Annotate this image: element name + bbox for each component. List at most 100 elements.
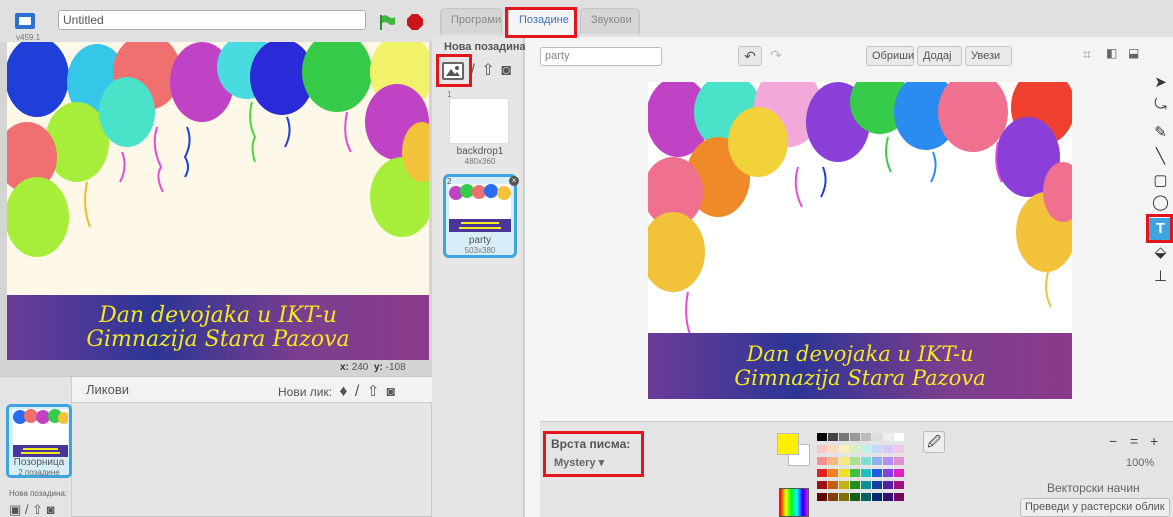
palette-swatch[interactable]: [839, 481, 849, 489]
palette-swatch[interactable]: [883, 481, 893, 489]
palette-swatch[interactable]: [839, 445, 849, 453]
palette-swatch[interactable]: [817, 433, 827, 441]
flip-horizontal-icon[interactable]: ◧: [1106, 46, 1126, 66]
paint-canvas[interactable]: Dan devojaka u IKT-u Gimnazija Stara Paz…: [648, 82, 1072, 399]
rectangle-tool-icon[interactable]: ▢: [1148, 170, 1173, 192]
palette-swatch[interactable]: [861, 493, 871, 501]
paint-backdrop-mini-icon[interactable]: /: [25, 502, 29, 517]
zoom-in-icon[interactable]: +: [1150, 433, 1158, 449]
palette-swatch[interactable]: [872, 457, 882, 465]
tab-scripts[interactable]: Програми: [440, 8, 502, 34]
upload-sprite-icon[interactable]: ⇧: [367, 383, 380, 400]
palette-swatch[interactable]: [883, 445, 893, 453]
clear-button[interactable]: Обриши: [866, 46, 914, 66]
palette-swatch[interactable]: [861, 481, 871, 489]
palette-swatch[interactable]: [894, 493, 904, 501]
palette-swatch[interactable]: [872, 493, 882, 501]
pencil-tool-icon[interactable]: ✎: [1148, 122, 1173, 144]
palette-swatch[interactable]: [872, 445, 882, 453]
ellipse-tool-icon[interactable]: ◯: [1148, 192, 1173, 214]
palette-swatch[interactable]: [817, 457, 827, 465]
tab-sounds[interactable]: Звукови: [580, 8, 640, 34]
palette-swatch[interactable]: [850, 469, 860, 477]
palette-swatch[interactable]: [817, 445, 827, 453]
palette-swatch[interactable]: [894, 469, 904, 477]
palette-swatch[interactable]: [861, 457, 871, 465]
palette-swatch[interactable]: [883, 457, 893, 465]
palette-swatch[interactable]: [872, 481, 882, 489]
palette-swatch[interactable]: [828, 469, 838, 477]
eyedropper-icon[interactable]: 🖉: [923, 431, 945, 453]
stage-banner-line2: Gimnazija Stara Pazova: [86, 326, 350, 352]
palette-swatch[interactable]: [850, 457, 860, 465]
palette-swatch[interactable]: [850, 433, 860, 441]
palette-swatch[interactable]: [894, 445, 904, 453]
backdrop-name-input[interactable]: party: [540, 47, 662, 66]
upload-backdrop-mini-icon[interactable]: ⇧: [32, 502, 43, 517]
camera-backdrop-mini-icon[interactable]: ◙: [47, 502, 55, 517]
upload-backdrop-icon[interactable]: ⇧: [481, 62, 494, 79]
paint-sprite-icon[interactable]: /: [355, 383, 359, 400]
highlight-box: [436, 54, 472, 87]
project-title-input[interactable]: Untitled: [58, 10, 366, 30]
fill-tool-icon[interactable]: ⬙: [1148, 242, 1173, 264]
palette-swatch[interactable]: [828, 493, 838, 501]
palette-swatch[interactable]: [894, 457, 904, 465]
select-tool-icon[interactable]: ➤: [1148, 72, 1173, 94]
sprite-library-icon[interactable]: ♦: [339, 383, 347, 400]
palette-swatch[interactable]: [861, 445, 871, 453]
backdrop-size: 503x380: [464, 246, 496, 255]
palette-swatch[interactable]: [817, 493, 827, 501]
palette-swatch[interactable]: [883, 433, 893, 441]
flip-vertical-icon[interactable]: ⬓: [1128, 46, 1148, 66]
palette-swatch[interactable]: [839, 493, 849, 501]
palette-swatch[interactable]: [839, 469, 849, 477]
reshape-tool-icon[interactable]: ⤿: [1148, 94, 1173, 116]
palette-swatch[interactable]: [883, 469, 893, 477]
palette-swatch[interactable]: [872, 433, 882, 441]
backdrop-thumbnail: [449, 98, 509, 144]
color-palette[interactable]: [817, 433, 921, 517]
palette-swatch[interactable]: [872, 469, 882, 477]
backdrop-item-selected[interactable]: 2 party 503x380 ×: [443, 174, 519, 258]
add-button[interactable]: Додај: [917, 46, 962, 66]
palette-swatch[interactable]: [850, 493, 860, 501]
camera-sprite-icon[interactable]: ◙: [387, 383, 395, 399]
backdrop-library-mini-icon[interactable]: ▣: [9, 502, 21, 517]
import-button[interactable]: Увези: [965, 46, 1012, 66]
stage[interactable]: Dan devojaka u IKT-u Gimnazija Stara Paz…: [7, 42, 429, 360]
primary-color-swatch[interactable]: [777, 433, 799, 455]
crop-icon[interactable]: ⌗: [1083, 46, 1103, 66]
palette-swatch[interactable]: [883, 493, 893, 501]
palette-swatch[interactable]: [894, 481, 904, 489]
zoom-reset-icon[interactable]: =: [1130, 433, 1138, 449]
stamp-tool-icon[interactable]: ⊥: [1148, 266, 1173, 288]
stage-mode-icon[interactable]: [14, 12, 36, 30]
palette-swatch[interactable]: [839, 433, 849, 441]
green-flag-icon[interactable]: [378, 13, 396, 31]
palette-swatch[interactable]: [817, 469, 827, 477]
color-picker-gradient[interactable]: [779, 488, 809, 517]
delete-backdrop-icon[interactable]: ×: [509, 176, 519, 186]
palette-swatch[interactable]: [828, 445, 838, 453]
palette-swatch[interactable]: [828, 433, 838, 441]
undo-icon[interactable]: ↶: [738, 46, 762, 66]
palette-swatch[interactable]: [861, 469, 871, 477]
convert-to-bitmap-button[interactable]: Преведи у растерски облик: [1020, 498, 1170, 517]
palette-swatch[interactable]: [894, 433, 904, 441]
palette-swatch[interactable]: [828, 481, 838, 489]
palette-swatch[interactable]: [839, 457, 849, 465]
stage-thumbnail[interactable]: Позорница 2 позадине: [6, 404, 72, 478]
camera-backdrop-icon[interactable]: ◙: [501, 62, 511, 79]
mouse-y-label: y:: [373, 362, 383, 373]
redo-icon[interactable]: ↷: [764, 46, 788, 66]
line-tool-icon[interactable]: ╲: [1148, 146, 1173, 168]
stop-icon[interactable]: [406, 13, 424, 31]
palette-swatch[interactable]: [850, 445, 860, 453]
palette-swatch[interactable]: [850, 481, 860, 489]
zoom-out-icon[interactable]: −: [1109, 433, 1117, 449]
palette-swatch[interactable]: [861, 433, 871, 441]
backdrop-item[interactable]: 1 backdrop1 480x360: [444, 88, 516, 168]
palette-swatch[interactable]: [828, 457, 838, 465]
palette-swatch[interactable]: [817, 481, 827, 489]
